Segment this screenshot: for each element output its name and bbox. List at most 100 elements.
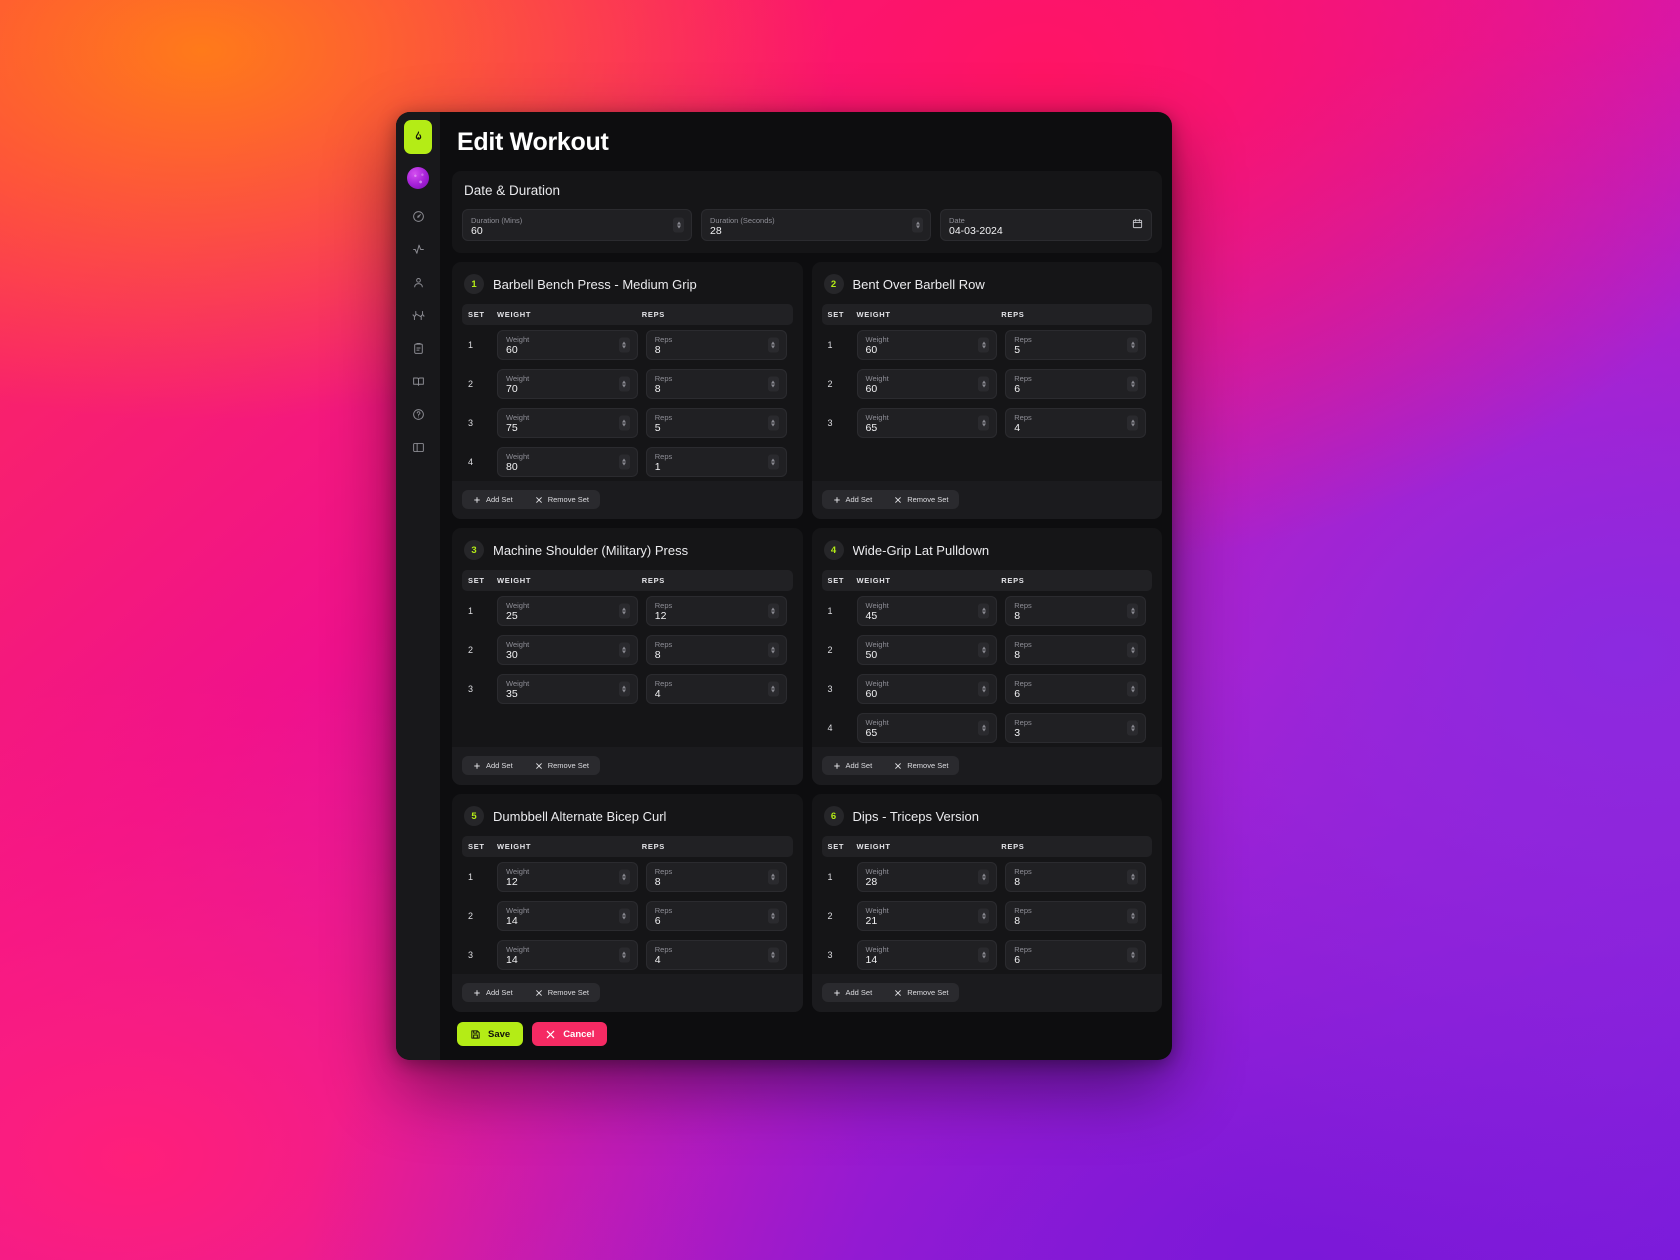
reps-input[interactable]: Reps 8: [645, 634, 787, 665]
sidebar-item-activity[interactable]: [404, 235, 432, 263]
value-stepper[interactable]: [1127, 908, 1138, 923]
weight-input[interactable]: Weight 60: [856, 329, 998, 360]
value-stepper[interactable]: [618, 642, 630, 657]
sidebar-item-panel-toggle[interactable]: [404, 433, 432, 461]
value-stepper[interactable]: [767, 415, 779, 430]
reps-input[interactable]: Reps 3: [1005, 712, 1146, 743]
value-stepper[interactable]: [767, 681, 779, 696]
value-stepper[interactable]: [618, 337, 630, 352]
value-stepper[interactable]: [1127, 415, 1138, 430]
reps-input[interactable]: Reps 6: [645, 900, 787, 931]
remove-set-button[interactable]: Remove Set: [524, 756, 600, 775]
reps-input[interactable]: Reps 6: [1005, 673, 1146, 704]
duration-mins-field[interactable]: Duration (Mins) 60: [462, 209, 692, 241]
sidebar-item-workouts[interactable]: [404, 301, 432, 329]
value-stepper[interactable]: [978, 908, 990, 923]
value-stepper[interactable]: [618, 376, 630, 391]
value-stepper[interactable]: [767, 642, 779, 657]
duration-seconds-stepper[interactable]: [912, 217, 923, 233]
remove-set-button[interactable]: Remove Set: [524, 983, 600, 1002]
sidebar-item-dashboard[interactable]: [404, 202, 432, 230]
sidebar-item-plans[interactable]: [404, 334, 432, 362]
weight-input[interactable]: Weight 35: [497, 673, 638, 704]
cancel-button[interactable]: Cancel: [532, 1022, 608, 1046]
weight-input[interactable]: Weight 14: [497, 900, 638, 931]
value-stepper[interactable]: [618, 869, 630, 884]
avatar[interactable]: [407, 167, 429, 189]
value-stepper[interactable]: [618, 603, 630, 618]
reps-input[interactable]: Reps 5: [645, 407, 787, 438]
value-stepper[interactable]: [767, 337, 779, 352]
value-stepper[interactable]: [618, 415, 630, 430]
value-stepper[interactable]: [978, 681, 990, 696]
reps-input[interactable]: Reps 8: [645, 329, 787, 360]
add-set-button[interactable]: Add Set: [462, 756, 524, 775]
reps-input[interactable]: Reps 8: [645, 861, 787, 892]
value-stepper[interactable]: [767, 869, 779, 884]
duration-mins-stepper[interactable]: [673, 217, 684, 233]
value-stepper[interactable]: [767, 376, 779, 391]
value-stepper[interactable]: [1127, 869, 1138, 884]
value-stepper[interactable]: [767, 603, 779, 618]
app-logo[interactable]: [404, 120, 432, 154]
duration-seconds-field[interactable]: Duration (Seconds) 28: [701, 209, 931, 241]
weight-input[interactable]: Weight 60: [856, 368, 998, 399]
add-set-button[interactable]: Add Set: [822, 756, 884, 775]
weight-input[interactable]: Weight 25: [497, 595, 638, 626]
weight-input[interactable]: Weight 80: [497, 446, 638, 477]
weight-input[interactable]: Weight 30: [497, 634, 638, 665]
value-stepper[interactable]: [978, 720, 990, 735]
sidebar-item-help[interactable]: [404, 400, 432, 428]
weight-input[interactable]: Weight 14: [856, 939, 998, 970]
weight-input[interactable]: Weight 14: [497, 939, 638, 970]
weight-input[interactable]: Weight 45: [856, 595, 998, 626]
weight-input[interactable]: Weight 60: [856, 673, 998, 704]
value-stepper[interactable]: [767, 947, 779, 962]
weight-input[interactable]: Weight 65: [856, 407, 998, 438]
reps-input[interactable]: Reps 8: [1005, 595, 1146, 626]
value-stepper[interactable]: [618, 454, 630, 469]
value-stepper[interactable]: [767, 454, 779, 469]
weight-input[interactable]: Weight 75: [497, 407, 638, 438]
weight-input[interactable]: Weight 28: [856, 861, 998, 892]
weight-input[interactable]: Weight 12: [497, 861, 638, 892]
reps-input[interactable]: Reps 8: [1005, 634, 1146, 665]
reps-input[interactable]: Reps 1: [645, 446, 787, 477]
value-stepper[interactable]: [978, 947, 990, 962]
value-stepper[interactable]: [618, 947, 630, 962]
value-stepper[interactable]: [978, 603, 990, 618]
reps-input[interactable]: Reps 6: [1005, 368, 1146, 399]
add-set-button[interactable]: Add Set: [462, 983, 524, 1002]
value-stepper[interactable]: [1127, 642, 1138, 657]
weight-input[interactable]: Weight 21: [856, 900, 998, 931]
reps-input[interactable]: Reps 8: [1005, 861, 1146, 892]
remove-set-button[interactable]: Remove Set: [883, 983, 959, 1002]
reps-input[interactable]: Reps 8: [645, 368, 787, 399]
value-stepper[interactable]: [978, 869, 990, 884]
value-stepper[interactable]: [978, 415, 990, 430]
sidebar-item-profile[interactable]: [404, 268, 432, 296]
value-stepper[interactable]: [767, 908, 779, 923]
remove-set-button[interactable]: Remove Set: [883, 756, 959, 775]
value-stepper[interactable]: [978, 376, 990, 391]
sidebar-item-library[interactable]: [404, 367, 432, 395]
reps-input[interactable]: Reps 8: [1005, 900, 1146, 931]
weight-input[interactable]: Weight 70: [497, 368, 638, 399]
reps-input[interactable]: Reps 12: [645, 595, 787, 626]
add-set-button[interactable]: Add Set: [822, 983, 884, 1002]
weight-input[interactable]: Weight 65: [856, 712, 998, 743]
weight-input[interactable]: Weight 50: [856, 634, 998, 665]
reps-input[interactable]: Reps 6: [1005, 939, 1146, 970]
remove-set-button[interactable]: Remove Set: [883, 490, 959, 509]
value-stepper[interactable]: [1127, 947, 1138, 962]
value-stepper[interactable]: [1127, 337, 1138, 352]
value-stepper[interactable]: [1127, 603, 1138, 618]
value-stepper[interactable]: [1127, 720, 1138, 735]
value-stepper[interactable]: [978, 337, 990, 352]
save-button[interactable]: Save: [457, 1022, 524, 1046]
add-set-button[interactable]: Add Set: [822, 490, 884, 509]
weight-input[interactable]: Weight 60: [497, 329, 638, 360]
remove-set-button[interactable]: Remove Set: [524, 490, 600, 509]
reps-input[interactable]: Reps 4: [645, 673, 787, 704]
reps-input[interactable]: Reps 4: [645, 939, 787, 970]
